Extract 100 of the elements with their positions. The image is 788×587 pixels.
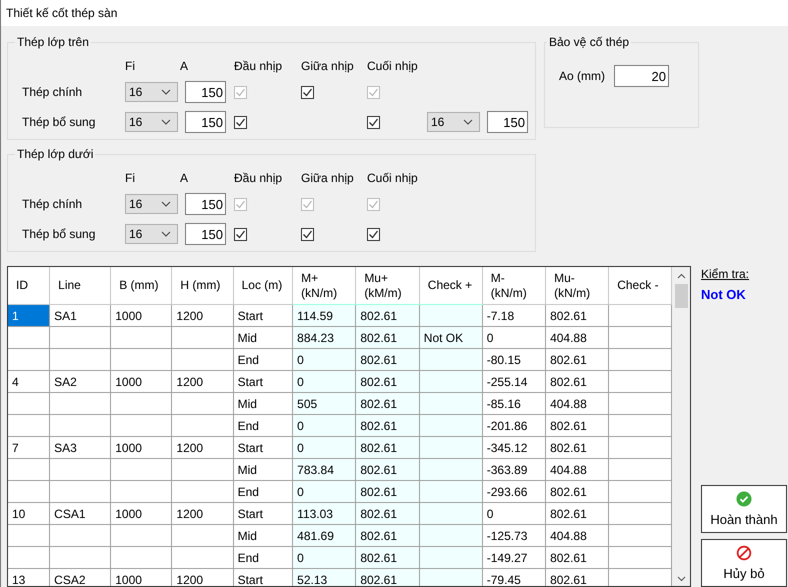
- table-cell: 802.61: [356, 370, 420, 392]
- table-cell: 802.61: [546, 436, 609, 458]
- table-cell: 802.61: [356, 480, 420, 502]
- finish-button[interactable]: Hoàn thành: [701, 485, 787, 533]
- table-cell: 1200: [172, 502, 234, 524]
- input-field[interactable]: 20: [614, 65, 669, 87]
- table-cell: [50, 458, 111, 480]
- table-cell: 0: [292, 546, 356, 568]
- combo-box[interactable]: 16: [125, 112, 178, 132]
- table-cell: [419, 480, 482, 502]
- table-cell: 802.61: [546, 546, 609, 568]
- table-cell: 802.61: [356, 392, 420, 414]
- column-label: Đầu nhịp: [234, 171, 284, 187]
- table-cell: [50, 348, 111, 370]
- cancel-button[interactable]: Hủy bỏ: [701, 539, 787, 587]
- input-field[interactable]: 150: [185, 223, 226, 245]
- column-label: Giữa nhịp: [301, 171, 355, 187]
- table-cell: [172, 392, 234, 414]
- table-cell: 1000: [110, 370, 172, 392]
- column-label: Giữa nhịp: [301, 59, 355, 75]
- table-cell: 1000: [110, 304, 172, 326]
- table-cell: [110, 392, 172, 414]
- table-cell: [50, 524, 111, 546]
- check-result: Not OK: [701, 287, 746, 302]
- table-cell: [50, 480, 111, 502]
- table-cell: [419, 524, 482, 546]
- column-header[interactable]: Mu- (kN/m): [546, 267, 609, 304]
- input-field[interactable]: 150: [185, 81, 226, 103]
- combo-box[interactable]: 16: [125, 224, 178, 244]
- table-cell: [110, 348, 172, 370]
- row-label: Thép chính: [21, 197, 84, 211]
- column-label: Fi: [125, 171, 136, 187]
- chevron-icon: [161, 89, 171, 95]
- table-cell: SA3: [50, 436, 111, 458]
- group-title: Thép lớp dưới: [16, 147, 94, 161]
- column-label: Đầu nhịp: [234, 59, 284, 75]
- table-cell: 113.03: [292, 502, 356, 524]
- table-cell: [172, 414, 234, 436]
- table-cell: 0: [292, 370, 356, 392]
- table-cell: 10: [8, 502, 50, 524]
- chevron-icon: [463, 119, 473, 125]
- table-cell: -85.16: [482, 392, 546, 414]
- checkbox[interactable]: [367, 228, 380, 240]
- prohibited-icon: [736, 545, 752, 561]
- table-cell: -125.73: [482, 524, 546, 546]
- table-cell: [419, 502, 482, 524]
- table-cell: -363.89: [482, 458, 546, 480]
- checkbox[interactable]: [301, 86, 314, 98]
- scroll-down-icon: [676, 576, 686, 582]
- input-field[interactable]: 150: [185, 111, 226, 133]
- table-cell: 0: [292, 480, 356, 502]
- checkbox[interactable]: [367, 116, 380, 128]
- table-cell: 802.61: [356, 546, 420, 568]
- table-cell: 802.61: [546, 370, 609, 392]
- table-cell: [172, 524, 234, 546]
- table-cell: [172, 348, 234, 370]
- table-cell: 1200: [172, 370, 234, 392]
- table-cell: 0: [482, 502, 546, 524]
- table-cell: 802.61: [546, 348, 609, 370]
- column-header[interactable]: Loc (m): [233, 267, 293, 304]
- checkbox[interactable]: [234, 116, 247, 128]
- combo-box[interactable]: 16: [125, 82, 178, 102]
- check-label: Kiểm tra:: [701, 267, 750, 281]
- checkbox[interactable]: [301, 228, 314, 240]
- column-header[interactable]: M- (kN/m): [482, 267, 546, 304]
- table-cell: -80.15: [482, 348, 546, 370]
- column-header[interactable]: H (mm): [172, 267, 234, 304]
- table-cell: 802.61: [356, 436, 420, 458]
- table-cell: [172, 458, 234, 480]
- scroll-thumb[interactable]: [674, 284, 688, 308]
- table-cell: [110, 524, 172, 546]
- table-cell: [419, 370, 482, 392]
- column-label: Fi: [125, 59, 136, 75]
- input-field[interactable]: 150: [185, 193, 226, 215]
- chevron-icon: [161, 201, 171, 207]
- table-cell: 802.61: [546, 414, 609, 436]
- chevron-icon: [161, 231, 171, 237]
- table-cell: 404.88: [546, 524, 609, 546]
- input-field[interactable]: 150: [487, 111, 528, 133]
- table-cell: 1000: [110, 436, 172, 458]
- table-cell: 0: [292, 436, 356, 458]
- column-header[interactable]: B (mm): [110, 267, 172, 304]
- scroll-up-icon: [676, 273, 686, 279]
- scrollbar[interactable]: [672, 267, 690, 586]
- combo-box[interactable]: 16: [427, 112, 480, 132]
- table-cell: 0: [292, 414, 356, 436]
- table-cell: [110, 414, 172, 436]
- table-cell: 802.61: [356, 502, 420, 524]
- table-cell: 7: [8, 436, 50, 458]
- checkbox[interactable]: [234, 228, 247, 240]
- column-label: A: [180, 171, 190, 187]
- table-cell: 884.23: [292, 326, 356, 348]
- table-cell: 404.88: [546, 458, 609, 480]
- table-cell: [172, 546, 234, 568]
- table-cell: 802.61: [546, 480, 609, 502]
- column-header[interactable]: Line: [50, 267, 111, 304]
- combo-box[interactable]: 16: [125, 194, 178, 214]
- table-cell: -293.66: [482, 480, 546, 502]
- row-label: Thép chính: [21, 85, 84, 99]
- table-cell: 404.88: [546, 326, 609, 348]
